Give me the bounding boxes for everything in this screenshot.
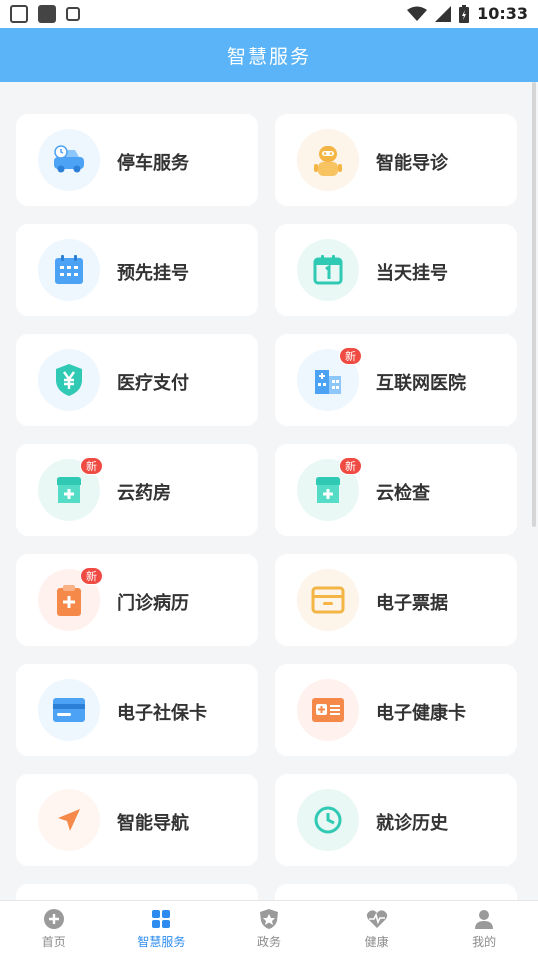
service-electronic-receipt[interactable]: 电子票据 bbox=[275, 554, 517, 646]
scrollbar[interactable] bbox=[532, 82, 536, 527]
tab-label: 政务 bbox=[256, 934, 281, 949]
wifi-icon bbox=[407, 6, 428, 21]
service-smart-triage[interactable]: 智能导诊 bbox=[275, 114, 517, 206]
grid-icon bbox=[152, 909, 171, 928]
app-header: 智慧服务 bbox=[0, 28, 538, 82]
car-icon bbox=[38, 129, 100, 191]
tab-label: 智慧服务 bbox=[137, 934, 186, 949]
tab-label: 首页 bbox=[41, 934, 66, 949]
signal-icon bbox=[435, 5, 452, 22]
bottom-tab-bar: 首页 智慧服务 政务 健康 我的 bbox=[0, 900, 538, 956]
tab-profile[interactable]: 我的 bbox=[430, 901, 538, 956]
robot-icon bbox=[297, 129, 359, 191]
new-badge: 新 bbox=[80, 567, 103, 585]
notification-icon bbox=[10, 5, 28, 23]
navigation-icon bbox=[38, 789, 100, 851]
service-visit-history[interactable]: 就诊历史 bbox=[275, 774, 517, 866]
status-time: 10:33 bbox=[477, 4, 528, 23]
service-outpatient-records[interactable]: 新 门诊病历 bbox=[16, 554, 258, 646]
service-label: 智能导航 bbox=[117, 813, 189, 834]
tab-smart-service[interactable]: 智慧服务 bbox=[108, 901, 216, 956]
services-grid[interactable]: 停车服务 智能导诊 预先挂号 当天挂号 医疗支付 新 互联网医院 新 云药房 新… bbox=[0, 82, 538, 900]
tab-label: 我的 bbox=[472, 934, 497, 949]
page-title: 智慧服务 bbox=[226, 45, 311, 68]
service-internet-hospital[interactable]: 新 互联网医院 bbox=[275, 334, 517, 426]
battery-icon bbox=[459, 4, 470, 23]
service-medical-payment[interactable]: 医疗支付 bbox=[16, 334, 258, 426]
service-label: 智能导诊 bbox=[376, 153, 448, 174]
tab-health[interactable]: 健康 bbox=[323, 901, 431, 956]
status-bar: 10:33 bbox=[0, 0, 538, 28]
service-social-security-card[interactable]: 电子社保卡 bbox=[16, 664, 258, 756]
service-label: 当天挂号 bbox=[376, 263, 448, 284]
tab-government[interactable]: 政务 bbox=[215, 901, 323, 956]
health-card-icon bbox=[297, 679, 359, 741]
service-label: 互联网医院 bbox=[376, 373, 466, 394]
receipt-icon bbox=[297, 569, 359, 631]
new-badge: 新 bbox=[339, 347, 362, 365]
service-cloud-pharmacy[interactable]: 新 云药房 bbox=[16, 444, 258, 536]
badge-icon bbox=[259, 908, 278, 929]
tab-home[interactable]: 首页 bbox=[0, 901, 108, 956]
service-label: 电子健康卡 bbox=[376, 703, 466, 724]
service-label: 就诊历史 bbox=[376, 813, 448, 834]
service-smart-navigation[interactable]: 智能导航 bbox=[16, 774, 258, 866]
user-icon bbox=[475, 909, 494, 929]
service-label: 电子社保卡 bbox=[117, 703, 207, 724]
yuan-shield-icon bbox=[38, 349, 100, 411]
service-pre-registration[interactable]: 预先挂号 bbox=[16, 224, 258, 316]
tab-label: 健康 bbox=[364, 934, 389, 949]
service-label: 停车服务 bbox=[117, 153, 189, 174]
service-label: 门诊病历 bbox=[117, 593, 189, 614]
service-label: 云药房 bbox=[117, 483, 171, 504]
service-card-partial[interactable] bbox=[16, 884, 258, 900]
service-parking[interactable]: 停车服务 bbox=[16, 114, 258, 206]
new-badge: 新 bbox=[339, 457, 362, 475]
service-same-day-registration[interactable]: 当天挂号 bbox=[275, 224, 517, 316]
service-label: 医疗支付 bbox=[117, 373, 189, 394]
app-notification-icon bbox=[66, 7, 80, 21]
service-card-partial[interactable] bbox=[275, 884, 517, 900]
calendar-icon bbox=[38, 239, 100, 301]
sync-icon bbox=[38, 5, 56, 23]
service-cloud-checkup[interactable]: 新 云检查 bbox=[275, 444, 517, 536]
service-health-card[interactable]: 电子健康卡 bbox=[275, 664, 517, 756]
service-label: 预先挂号 bbox=[117, 263, 189, 284]
new-badge: 新 bbox=[80, 457, 103, 475]
clock-icon bbox=[297, 789, 359, 851]
service-label: 电子票据 bbox=[376, 593, 448, 614]
service-label: 云检查 bbox=[376, 483, 430, 504]
calendar-today-icon bbox=[297, 239, 359, 301]
heartbeat-icon bbox=[366, 909, 387, 928]
plus-circle-icon bbox=[43, 908, 64, 929]
card-icon bbox=[38, 679, 100, 741]
